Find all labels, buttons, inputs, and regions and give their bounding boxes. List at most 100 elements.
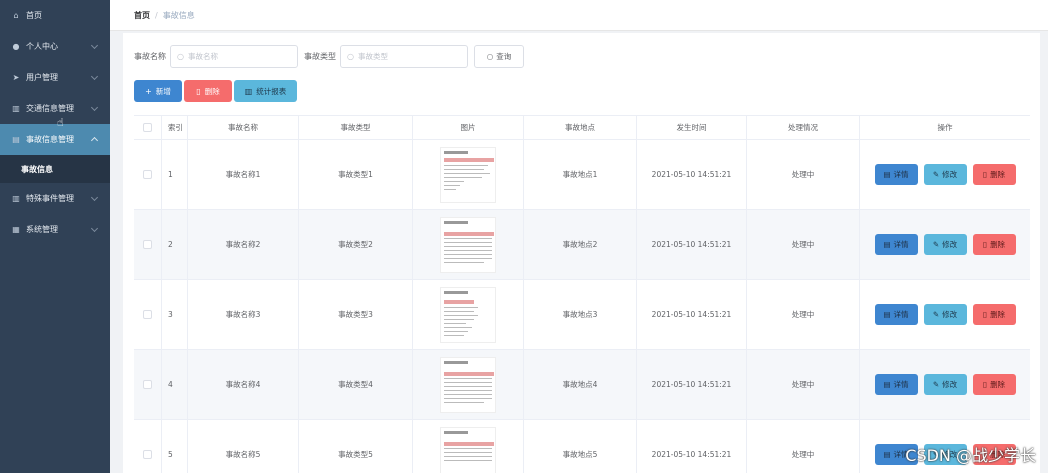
sidebar-item-personal-center[interactable]: ● 个人中心 [0, 31, 110, 62]
row-location: 事故地点4 [524, 350, 637, 419]
delete-row-button[interactable]: ▯ 删除 [972, 374, 1016, 395]
header-checkbox-cell [134, 116, 162, 139]
row-image-cell [413, 280, 524, 349]
row-type: 事故类型4 [299, 350, 413, 419]
pencil-icon: ✎ [932, 310, 940, 319]
sidebar-subitem-accident-info[interactable]: 事故信息 [0, 155, 110, 183]
stats-report-button[interactable]: ▥ 统计报表 [234, 80, 297, 102]
submenu-accident: 事故信息 [0, 155, 110, 183]
trash-icon: ▯ [982, 170, 988, 179]
sidebar-item-home[interactable]: ⌂ 首页 [0, 0, 110, 31]
delete-row-button[interactable]: ▯ 删除 [972, 164, 1016, 185]
row-index: 1 [162, 140, 188, 209]
row-name: 事故名称2 [188, 210, 299, 279]
sidebar-subitem-label: 事故信息 [21, 164, 53, 174]
add-button[interactable]: + 新增 [134, 80, 182, 102]
edit-button[interactable]: ✎ 修改 [923, 234, 967, 255]
breadcrumb-home[interactable]: 首页 [134, 10, 150, 21]
delete-row-button[interactable]: ▯ 删除 [972, 304, 1016, 325]
content-card: 事故名称 ○ 事故名称 事故类型 ○ 事故类型 ○ 查询 + 新增 ▯ 删除 ▥… [123, 33, 1040, 473]
row-image-cell [413, 350, 524, 419]
row-checkbox[interactable] [143, 450, 152, 459]
table-row: 3 事故名称3 事故类型3 事故地点3 2021-05-10 14:51:21 … [134, 280, 1030, 350]
accident-thumbnail[interactable] [440, 426, 496, 473]
table-row: 5 事故名称5 事故类型5 事故地点5 2021-05-10 14:51:21 … [134, 420, 1030, 473]
user-icon: ● [12, 42, 20, 51]
accident-name-placeholder: 事故名称 [187, 52, 218, 61]
detail-button[interactable]: ▤ 详情 [874, 374, 918, 395]
detail-button[interactable]: ▤ 详情 [874, 164, 918, 185]
row-checkbox[interactable] [143, 240, 152, 249]
pencil-icon: ✎ [932, 380, 940, 389]
row-name: 事故名称4 [188, 350, 299, 419]
sidebar-item-system-management[interactable]: ▦ 系统管理 [0, 214, 110, 245]
stats-button-label: 统计报表 [256, 86, 287, 96]
edit-button[interactable]: ✎ 修改 [923, 164, 967, 185]
delete-button-label: 删除 [204, 86, 220, 96]
sidebar-item-traffic-info[interactable]: ▥ 交通信息管理 [0, 93, 110, 124]
trash-icon: ▯ [196, 86, 201, 96]
sidebar-item-user-management[interactable]: ➤ 用户管理 [0, 62, 110, 93]
row-checkbox[interactable] [143, 310, 152, 319]
search-button-label: 查询 [496, 52, 512, 61]
document-icon: ▤ [883, 450, 891, 459]
detail-button[interactable]: ▤ 详情 [874, 234, 918, 255]
chevron-down-icon [90, 193, 99, 202]
row-checkbox[interactable] [143, 170, 152, 179]
header-location: 事故地点 [524, 116, 637, 139]
search-icon: ○ [177, 52, 184, 61]
settings-grid-icon: ▦ [12, 225, 20, 234]
row-checkbox-cell [134, 350, 162, 419]
header-image: 图片 [413, 116, 524, 139]
detail-button[interactable]: ▤ 详情 [874, 304, 918, 325]
row-status: 处理中 [747, 210, 860, 279]
row-location: 事故地点5 [524, 420, 637, 473]
accident-thumbnail[interactable] [440, 286, 496, 343]
accident-thumbnail[interactable] [440, 216, 496, 273]
row-checkbox-cell [134, 140, 162, 209]
select-all-checkbox[interactable] [143, 123, 152, 132]
remove-label: 删除 [990, 240, 1006, 249]
document-icon: ▤ [883, 380, 891, 389]
sidebar-item-accident-management[interactable]: ▤ 事故信息管理 [0, 124, 110, 155]
accident-name-label: 事故名称 [134, 52, 166, 61]
row-time: 2021-05-10 14:51:21 [637, 350, 747, 419]
sidebar-item-label: 交通信息管理 [26, 104, 74, 113]
mouse-pointer-icon: ☝ [57, 116, 64, 129]
row-actions: ▤ 详情 ✎ 修改 ▯ 删除 [860, 350, 1030, 419]
watermark: CSDN @战少学长 [905, 446, 1036, 465]
detail-label: 详情 [893, 310, 909, 319]
accident-thumbnail[interactable] [440, 146, 496, 203]
row-status: 处理中 [747, 350, 860, 419]
accident-name-input[interactable]: ○ 事故名称 [170, 45, 298, 68]
delete-button[interactable]: ▯ 删除 [184, 80, 232, 102]
edit-button[interactable]: ✎ 修改 [923, 374, 967, 395]
chevron-down-icon [90, 224, 99, 233]
row-image-cell [413, 420, 524, 473]
chevron-down-icon [90, 103, 99, 112]
row-name: 事故名称3 [188, 280, 299, 349]
header-time: 发生时间 [637, 116, 747, 139]
accident-type-input[interactable]: ○ 事故类型 [340, 45, 468, 68]
breadcrumb-separator: / [155, 10, 158, 20]
add-button-label: 新增 [155, 86, 171, 96]
row-status: 处理中 [747, 420, 860, 473]
edit-button[interactable]: ✎ 修改 [923, 304, 967, 325]
edit-label: 修改 [942, 310, 958, 319]
row-index: 2 [162, 210, 188, 279]
bar-chart-icon: ▥ [244, 86, 253, 96]
row-location: 事故地点3 [524, 280, 637, 349]
header-actions: 操作 [937, 123, 953, 132]
search-button[interactable]: ○ 查询 [474, 45, 524, 68]
delete-row-button[interactable]: ▯ 删除 [972, 234, 1016, 255]
row-checkbox[interactable] [143, 380, 152, 389]
breadcrumb-current: 事故信息 [162, 10, 195, 20]
breadcrumb: 首页 / 事故信息 [110, 0, 1048, 31]
row-name: 事故名称5 [188, 420, 299, 473]
edit-label: 修改 [942, 170, 958, 179]
sidebar-item-special-events[interactable]: ▥ 特殊事件管理 [0, 183, 110, 214]
sidebar-item-label: 系统管理 [26, 225, 58, 234]
accident-thumbnail[interactable] [440, 356, 496, 413]
sidebar-item-label: 用户管理 [26, 73, 58, 82]
row-time: 2021-05-10 14:51:21 [637, 210, 747, 279]
